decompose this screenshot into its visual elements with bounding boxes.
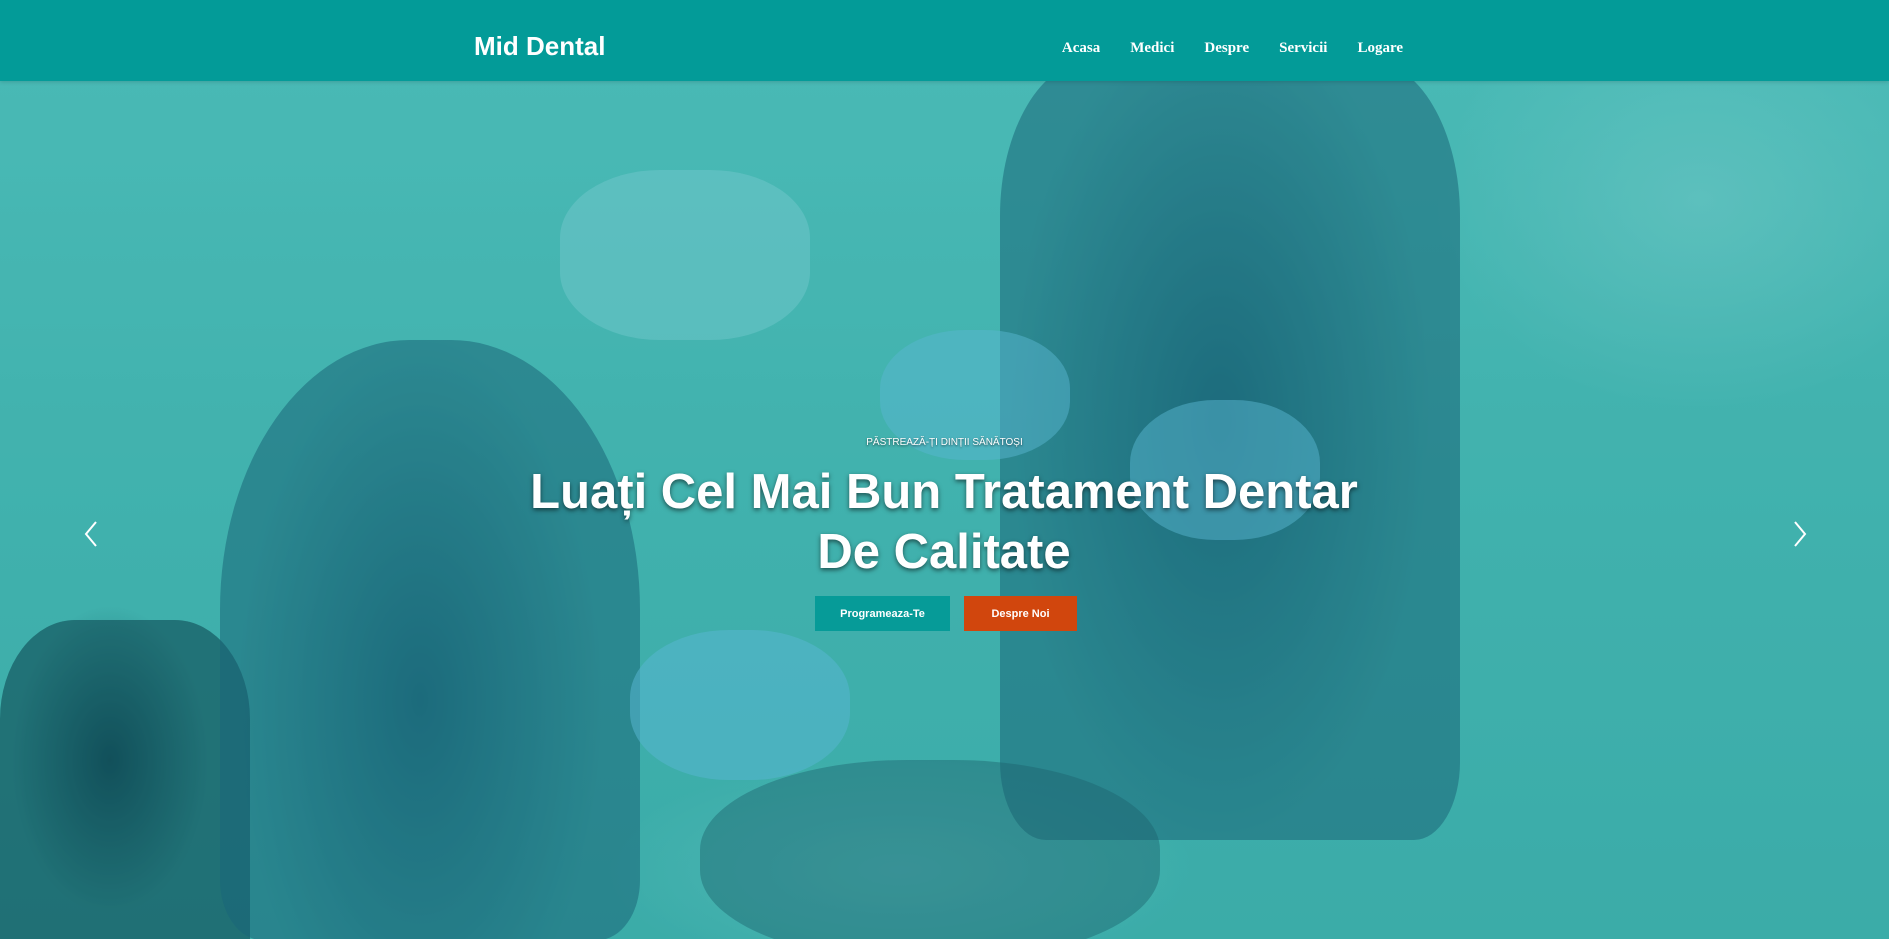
nav-link-servicii[interactable]: Servicii <box>1279 40 1327 57</box>
chevron-right-icon <box>1794 521 1807 547</box>
book-appointment-button[interactable]: Programeaza-Te <box>815 596 950 631</box>
hero-headline-line2: De Calitate <box>817 525 1071 579</box>
nav-links: Acasa Medici Despre Servicii Logare <box>1032 40 1403 57</box>
carousel-next-button[interactable] <box>1785 519 1815 549</box>
page: Mid Dental Acasa Medici Despre Servicii … <box>0 0 1889 939</box>
carousel-prev-button[interactable] <box>78 519 108 549</box>
nav-link-acasa[interactable]: Acasa <box>1062 40 1100 57</box>
about-us-button[interactable]: Despre Noi <box>964 596 1077 631</box>
top-navbar: Mid Dental Acasa Medici Despre Servicii … <box>0 0 1889 81</box>
brand-logo[interactable]: Mid Dental <box>474 31 605 62</box>
nav-link-medici[interactable]: Medici <box>1130 40 1174 57</box>
chevron-left-icon <box>84 521 97 547</box>
nav-link-logare[interactable]: Logare <box>1357 40 1403 57</box>
hero-headline-line1: Luați Cel Mai Bun Tratament Dentar <box>530 465 1358 519</box>
hero-eyebrow: PĂSTREAZĂ-ȚI DINȚII SĂNĂTOȘI <box>866 437 1023 448</box>
nav-link-despre[interactable]: Despre <box>1204 40 1249 57</box>
hero-headline: Luați Cel Mai Bun Tratament Dentar De Ca… <box>494 462 1394 582</box>
